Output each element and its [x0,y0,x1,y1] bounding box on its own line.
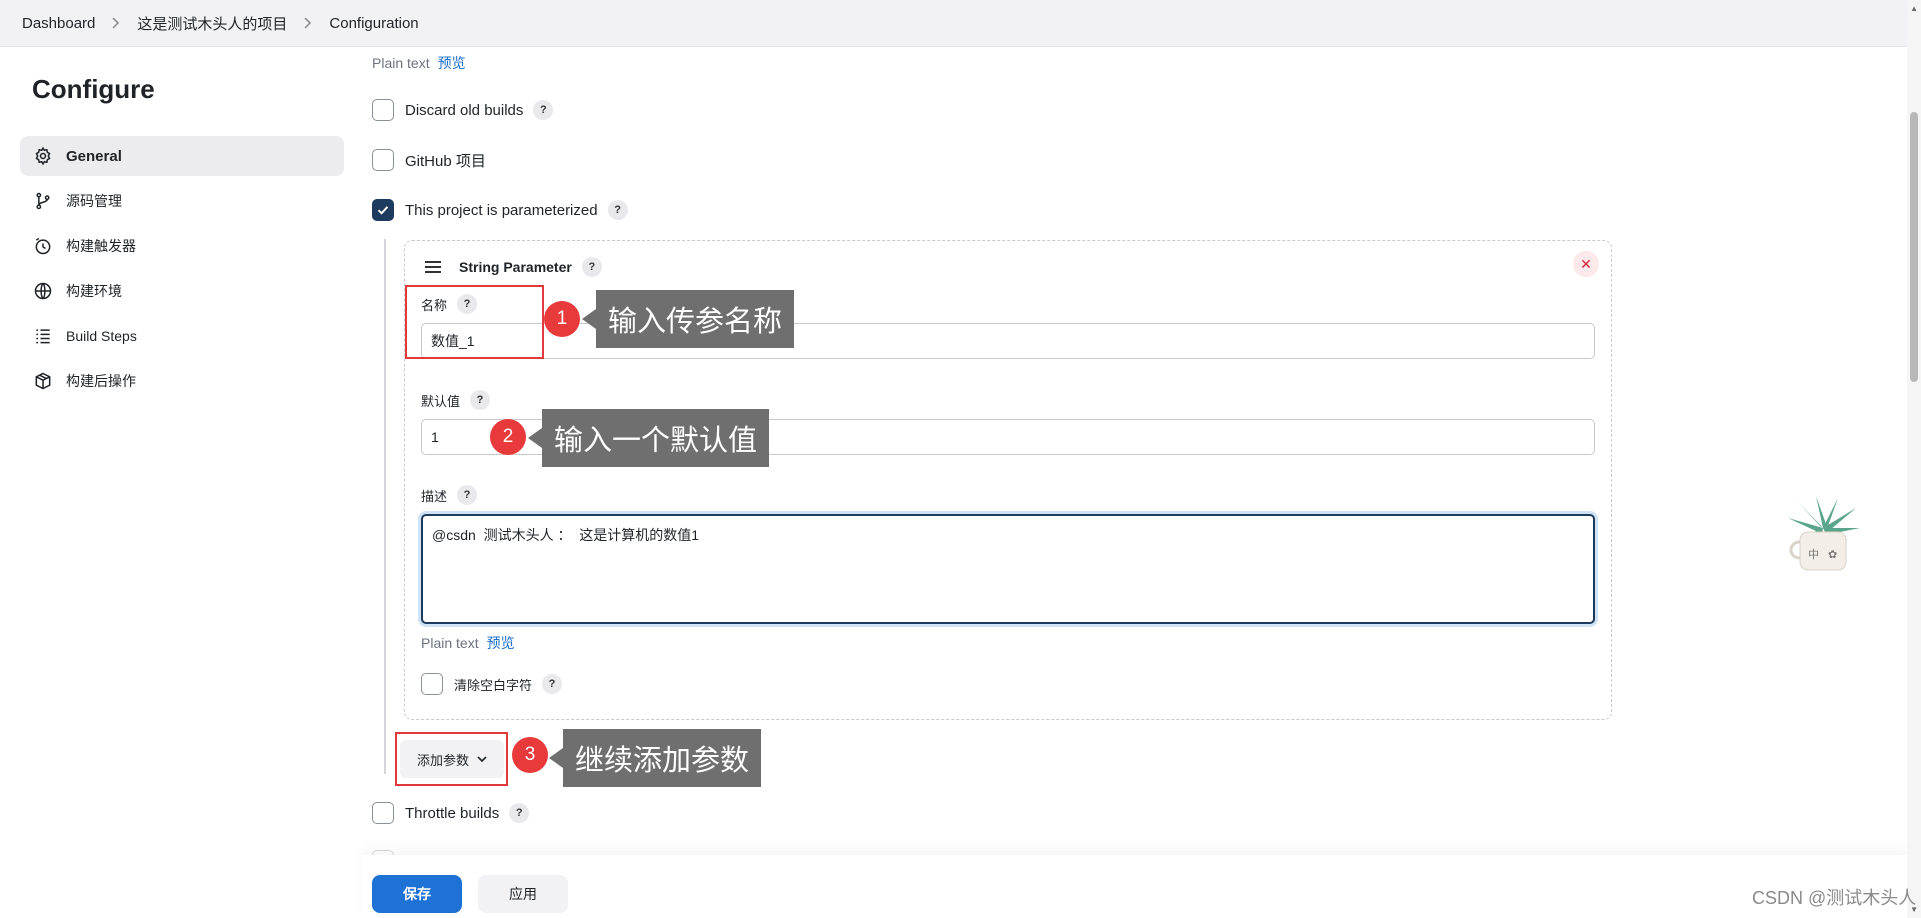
git-branch-icon [32,190,54,212]
svg-text:✿: ✿ [1828,548,1837,561]
clock-icon [32,235,54,257]
parameterized-label: This project is parameterized [405,201,598,219]
annotation-badge-2: 2 [490,419,526,455]
scrollbar[interactable]: ▲ ▼ [1907,0,1921,918]
description-textarea[interactable]: @csdn 测试木头人 ： 这是计算机的数值1 [421,514,1595,624]
trim-row: 清除空白字符 ? [421,673,563,695]
github-project-row: GitHub 项目 [372,149,486,171]
annotation-badge-1: 1 [544,301,580,337]
sidebar-item-label: 源码管理 [66,193,122,209]
default-label-text: 默认值 [421,393,461,409]
help-icon[interactable]: ? [457,485,478,505]
action-bar: 保存 应用 [362,855,1912,918]
description-label-text: 描述 [421,488,448,504]
sidebar-item-environment[interactable]: 构建环境 [20,271,344,311]
preview-link[interactable]: 预览 [438,55,466,71]
sidebar-nav: General 源码管理 构建触发器 构建环境 Build Steps 构建后操… [20,136,344,406]
plant-widget[interactable]: 中 ✿ [1778,488,1868,578]
discard-old-builds-row: Discard old builds ? [372,99,554,121]
sidebar-item-label: Build Steps [66,328,137,344]
throttle-builds-row: Throttle builds ? [372,802,530,824]
page-title: Configure [32,74,155,104]
scroll-up-icon[interactable]: ▲ [1910,4,1918,13]
discard-old-builds-checkbox[interactable] [372,99,394,121]
list-icon [32,325,54,347]
sidebar-item-label: 构建触发器 [66,238,136,254]
help-icon[interactable]: ? [509,803,530,823]
sidebar-item-build-steps[interactable]: Build Steps [20,316,344,356]
sidebar-item-triggers[interactable]: 构建触发器 [20,226,344,266]
sidebar-item-general[interactable]: General [20,136,344,176]
trim-label: 清除空白字符 [454,677,533,693]
save-button[interactable]: 保存 [372,875,462,913]
annotation-frame-name [405,285,544,359]
throttle-builds-label: Throttle builds [405,804,500,822]
preview-link[interactable]: 预览 [487,635,515,651]
sidebar-item-scm[interactable]: 源码管理 [20,181,344,221]
help-icon[interactable]: ? [533,100,554,120]
package-icon [32,370,54,392]
breadcrumb-dashboard[interactable]: Dashboard [22,15,95,32]
discard-old-builds-label: Discard old builds [405,101,524,119]
parameterized-checkbox[interactable] [372,199,394,221]
gear-icon [32,145,54,167]
main-content: Plain text 预览 Discard old builds ? GitHub… [372,47,1912,918]
annotation-badge-3: 3 [512,737,548,773]
watermark: CSDN @测试木头人 [1752,888,1917,908]
plain-text-hint: Plain text 预览 [372,53,466,73]
globe-icon [32,280,54,302]
annotation-frame-add [395,732,508,786]
sidebar-item-post-build[interactable]: 构建后操作 [20,361,344,401]
drag-handle-icon[interactable] [425,261,441,273]
nesting-line [384,239,386,774]
github-project-label: GitHub 项目 [405,152,486,170]
sidebar-item-label: General [66,147,122,165]
plain-text-label: Plain text [421,635,479,651]
breadcrumb-project[interactable]: 这是测试木头人的项目 [137,13,287,34]
apply-button[interactable]: 应用 [478,875,568,913]
string-parameter-header: String Parameter ? [425,257,602,277]
breadcrumb-configuration: Configuration [329,14,419,32]
parameterized-row: This project is parameterized ? [372,199,628,221]
chevron-right-icon [112,17,120,29]
description-field-label: 描述 ? [421,485,478,505]
default-field-label: 默认值 ? [421,390,491,410]
close-icon[interactable]: ✕ [1573,251,1599,277]
github-project-checkbox[interactable] [372,149,394,171]
help-icon[interactable]: ? [581,257,602,277]
annotation-callout-1: 输入传参名称 [581,290,795,348]
throttle-builds-checkbox[interactable] [372,802,394,824]
annotation-callout-2: 输入一个默认值 [527,409,770,467]
sidebar-item-label: 构建后操作 [66,373,136,389]
help-icon[interactable]: ? [470,390,491,410]
string-parameter-title: String Parameter [459,259,572,275]
checkmark-icon [377,206,389,215]
breadcrumb: Dashboard 这是测试木头人的项目 Configuration [0,0,1921,47]
description-plain-text-hint: Plain text 预览 [421,633,515,653]
help-icon[interactable]: ? [607,200,628,220]
plain-text-label: Plain text [372,55,430,71]
help-icon[interactable]: ? [542,674,563,694]
chevron-right-icon [304,17,312,29]
annotation-callout-3: 继续添加参数 [548,729,762,787]
plant-cup-text: 中 [1808,548,1819,561]
scrollbar-thumb[interactable] [1910,112,1918,382]
sidebar-item-label: 构建环境 [66,283,122,299]
trim-checkbox[interactable] [421,673,443,695]
